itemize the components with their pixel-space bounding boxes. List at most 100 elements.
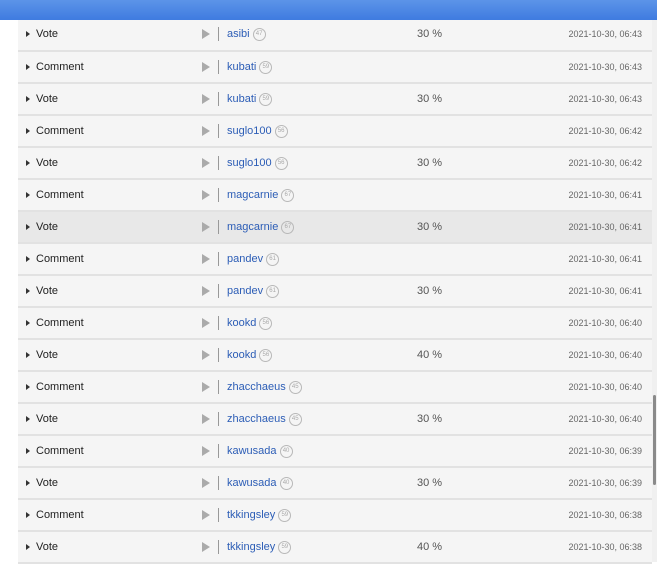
activity-row[interactable]: Comment magcarnie 67 2021-10-30, 06:41	[18, 180, 652, 212]
level-badge-icon: 59	[278, 540, 292, 554]
activity-type: Vote	[36, 541, 59, 553]
user-cell: tkkingsley 59	[227, 500, 292, 530]
activity-row[interactable]: Vote suglo100 56 30 % 2021-10-30, 06:42	[18, 148, 652, 180]
activity-row[interactable]: Vote magcarnie 67 30 % 2021-10-30, 06:41	[18, 212, 652, 244]
activity-row[interactable]: Comment suglo100 56 2021-10-30, 06:42	[18, 116, 652, 148]
play-icon[interactable]	[202, 62, 210, 72]
play-icon[interactable]	[202, 414, 210, 424]
username-link[interactable]: kookd	[227, 349, 256, 361]
timestamp: 2021-10-30, 06:41	[568, 286, 642, 296]
user-cell: suglo100 56	[227, 116, 288, 146]
user-cell: magcarnie 67	[227, 212, 295, 242]
caret-right-icon[interactable]	[26, 480, 30, 486]
caret-right-icon[interactable]	[26, 256, 30, 262]
scrollbar-thumb[interactable]	[653, 395, 656, 485]
username-link[interactable]: kubati	[227, 93, 256, 105]
play-icon[interactable]	[202, 510, 210, 520]
play-icon[interactable]	[202, 542, 210, 552]
play-icon[interactable]	[202, 254, 210, 264]
activity-row[interactable]: Comment pandev 61 2021-10-30, 06:41	[18, 244, 652, 276]
caret-right-icon[interactable]	[26, 64, 30, 70]
activity-row[interactable]: Vote kookd 56 40 % 2021-10-30, 06:40	[18, 340, 652, 372]
caret-right-icon[interactable]	[26, 192, 30, 198]
level-badge-icon: 40	[279, 476, 293, 490]
caret-right-icon[interactable]	[26, 416, 30, 422]
username-link[interactable]: tkkingsley	[227, 541, 275, 553]
activity-type: Comment	[36, 253, 84, 265]
username-link[interactable]: suglo100	[227, 125, 272, 137]
activity-type: Vote	[36, 285, 59, 297]
divider	[218, 540, 219, 554]
timestamp: 2021-10-30, 06:39	[568, 478, 642, 488]
play-icon[interactable]	[202, 350, 210, 360]
divider	[218, 412, 219, 426]
activity-row[interactable]: Comment kubati 59 2021-10-30, 06:43	[18, 52, 652, 84]
username-link[interactable]: kookd	[227, 317, 256, 329]
caret-right-icon[interactable]	[26, 320, 30, 326]
username-link[interactable]: pandev	[227, 253, 263, 265]
username-link[interactable]: kawusada	[227, 477, 277, 489]
username-link[interactable]: suglo100	[227, 157, 272, 169]
username-link[interactable]: kawusada	[227, 445, 277, 457]
timestamp: 2021-10-30, 06:38	[568, 542, 642, 552]
top-header-bar	[0, 0, 657, 20]
caret-right-icon[interactable]	[26, 160, 30, 166]
play-icon[interactable]	[202, 126, 210, 136]
play-icon[interactable]	[202, 382, 210, 392]
caret-right-icon[interactable]	[26, 448, 30, 454]
username-link[interactable]: pandev	[227, 285, 263, 297]
activity-type: Vote	[36, 28, 59, 40]
activity-row[interactable]: Comment kookd 56 2021-10-30, 06:40	[18, 308, 652, 340]
activity-row[interactable]: Comment kawusada 40 2021-10-30, 06:39	[18, 436, 652, 468]
timestamp: 2021-10-30, 06:43	[568, 62, 642, 72]
play-icon[interactable]	[202, 446, 210, 456]
username-link[interactable]: magcarnie	[227, 221, 278, 233]
activity-row[interactable]: Vote zhacchaeus 45 30 % 2021-10-30, 06:40	[18, 404, 652, 436]
play-icon[interactable]	[202, 158, 210, 168]
play-icon[interactable]	[202, 478, 210, 488]
level-badge-icon: 61	[266, 252, 280, 266]
play-icon[interactable]	[202, 222, 210, 232]
username-link[interactable]: zhacchaeus	[227, 413, 286, 425]
level-badge-icon: 56	[259, 348, 273, 362]
caret-right-icon[interactable]	[26, 224, 30, 230]
divider	[218, 60, 219, 74]
play-icon[interactable]	[202, 318, 210, 328]
username-link[interactable]: magcarnie	[227, 189, 278, 201]
play-icon[interactable]	[202, 190, 210, 200]
username-link[interactable]: zhacchaeus	[227, 381, 286, 393]
play-icon[interactable]	[202, 29, 210, 39]
activity-row[interactable]: Comment zhacchaeus 45 2021-10-30, 06:40	[18, 372, 652, 404]
activity-row[interactable]: Vote tkkingsley 59 40 % 2021-10-30, 06:38	[18, 532, 652, 564]
caret-right-icon[interactable]	[26, 31, 30, 37]
vote-percent: 30 %	[417, 28, 443, 40]
user-cell: kookd 56	[227, 308, 273, 338]
activity-row[interactable]: Vote pandev 61 30 % 2021-10-30, 06:41	[18, 276, 652, 308]
username-link[interactable]: kubati	[227, 61, 256, 73]
caret-right-icon[interactable]	[26, 544, 30, 550]
level-badge-icon: 40	[279, 444, 293, 458]
divider	[218, 444, 219, 458]
activity-type: Comment	[36, 381, 84, 393]
caret-right-icon[interactable]	[26, 512, 30, 518]
play-icon[interactable]	[202, 286, 210, 296]
vote-percent: 40 %	[417, 349, 443, 361]
divider	[218, 188, 219, 202]
username-link[interactable]: asibi	[227, 28, 250, 40]
caret-right-icon[interactable]	[26, 96, 30, 102]
activity-type: Comment	[36, 61, 84, 73]
activity-row[interactable]: Vote kawusada 40 30 % 2021-10-30, 06:39	[18, 468, 652, 500]
caret-right-icon[interactable]	[26, 288, 30, 294]
vote-percent: 30 %	[417, 221, 443, 233]
caret-right-icon[interactable]	[26, 352, 30, 358]
play-icon[interactable]	[202, 94, 210, 104]
level-badge-icon: 59	[259, 92, 273, 106]
username-link[interactable]: tkkingsley	[227, 509, 275, 521]
caret-right-icon[interactable]	[26, 128, 30, 134]
caret-right-icon[interactable]	[26, 384, 30, 390]
level-badge-icon: 61	[266, 284, 280, 298]
divider	[218, 508, 219, 522]
activity-row[interactable]: Vote kubati 59 30 % 2021-10-30, 06:43	[18, 84, 652, 116]
activity-row[interactable]: Comment tkkingsley 59 2021-10-30, 06:38	[18, 500, 652, 532]
activity-row[interactable]: Vote asibi 47 30 % 2021-10-30, 06:43	[18, 20, 652, 52]
